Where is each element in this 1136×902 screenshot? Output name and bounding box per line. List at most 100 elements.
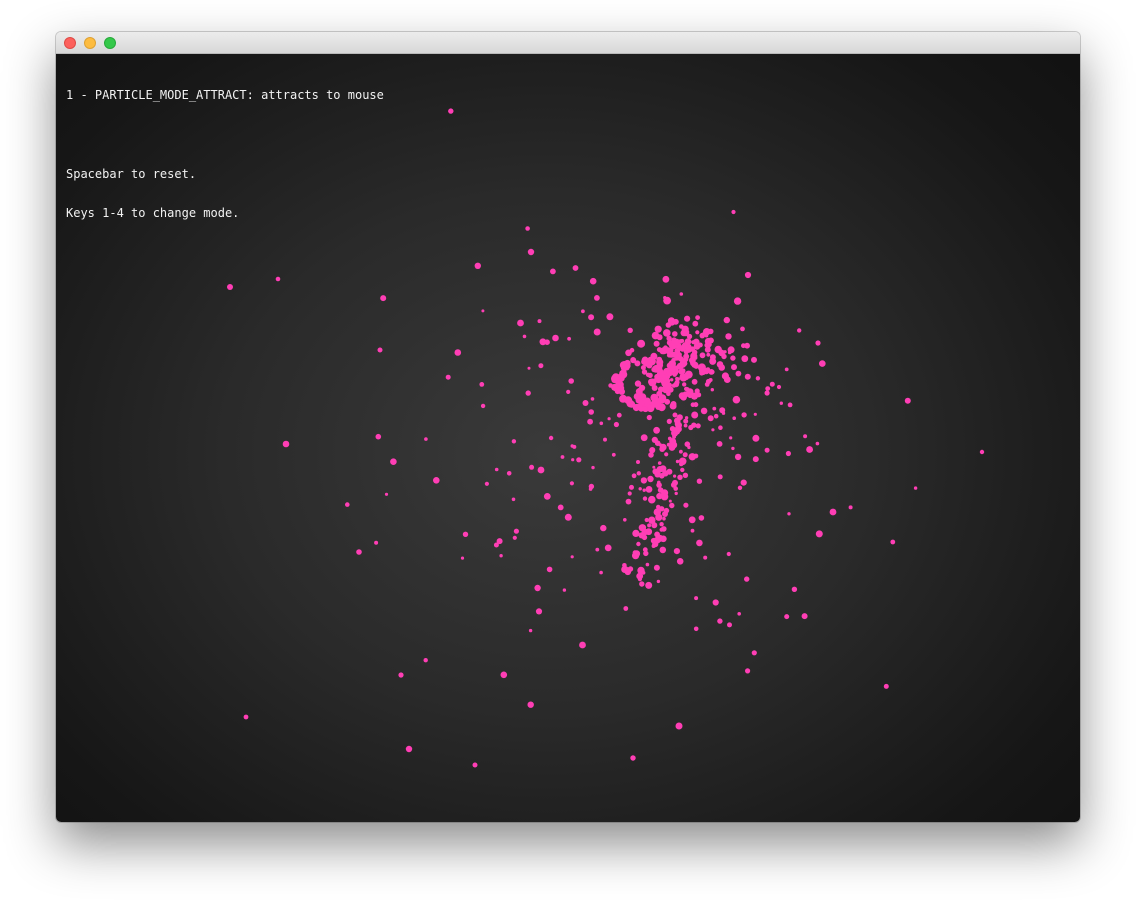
- close-window-button[interactable]: [64, 37, 76, 49]
- particle: [741, 355, 749, 363]
- particle: [655, 404, 662, 410]
- particle: [654, 471, 661, 478]
- particle: [712, 406, 717, 411]
- particle: [691, 378, 698, 385]
- particle: [615, 388, 622, 394]
- particle: [663, 329, 671, 337]
- particle: [588, 483, 595, 490]
- particle: [670, 360, 675, 365]
- particle: [681, 368, 686, 373]
- particle: [679, 449, 683, 454]
- particle: [628, 400, 636, 408]
- particle: [675, 353, 680, 357]
- particle: [718, 425, 723, 431]
- particle: [677, 474, 683, 480]
- particle: [655, 513, 663, 521]
- particle: [695, 315, 700, 320]
- particle: [625, 498, 632, 505]
- particle: [721, 372, 730, 380]
- particle: [538, 363, 544, 369]
- particle: [539, 338, 547, 346]
- particle: [829, 508, 837, 516]
- particle: [639, 581, 645, 587]
- particle: [405, 745, 413, 753]
- particle: [723, 350, 727, 354]
- particle: [711, 428, 715, 432]
- particle: [384, 492, 389, 496]
- particle: [282, 440, 290, 448]
- particle: [696, 539, 703, 547]
- particle: [345, 502, 350, 507]
- particle: [525, 390, 531, 396]
- particle: [380, 295, 387, 302]
- particle: [731, 364, 737, 371]
- particle: [576, 457, 582, 463]
- particle: [525, 226, 530, 231]
- particle: [648, 495, 656, 504]
- particle: [649, 447, 656, 453]
- particle: [630, 357, 637, 364]
- particle: [423, 658, 428, 663]
- particle: [683, 423, 688, 428]
- particle: [445, 374, 451, 380]
- particle: [769, 381, 775, 387]
- particle: [594, 295, 600, 301]
- particle: [675, 365, 680, 370]
- particle: [690, 528, 695, 533]
- particle: [675, 722, 683, 730]
- particle: [662, 275, 670, 283]
- particle: [374, 540, 379, 545]
- particle: [546, 566, 553, 573]
- particle: [637, 339, 646, 348]
- particle: [356, 549, 362, 555]
- particle: [499, 554, 503, 558]
- particle: [481, 309, 485, 313]
- particle: [744, 373, 751, 380]
- particle: [673, 548, 681, 555]
- particle: [579, 641, 586, 649]
- particle: [590, 397, 595, 401]
- particle: [506, 471, 512, 476]
- mode-keys-instruction: Keys 1-4 to change mode.: [66, 206, 240, 220]
- particle: [682, 452, 688, 458]
- particle: [787, 512, 791, 516]
- particle: [744, 271, 752, 279]
- particle: [617, 381, 624, 389]
- particle: [527, 248, 535, 256]
- particle: [682, 361, 688, 366]
- particle: [627, 491, 632, 496]
- particle: [731, 446, 735, 451]
- particle: [707, 337, 714, 344]
- particle: [227, 284, 233, 290]
- particle: [600, 524, 607, 532]
- maximize-window-button[interactable]: [104, 37, 116, 49]
- particle: [699, 352, 706, 359]
- title-bar[interactable]: [56, 32, 1080, 54]
- particle: [619, 370, 625, 376]
- particle: [569, 481, 575, 486]
- particle: [717, 348, 722, 352]
- particle: [567, 336, 571, 341]
- particle: [613, 421, 620, 428]
- particle: [646, 414, 652, 421]
- particle: [752, 456, 759, 463]
- particle-canvas[interactable]: 1 - PARTICLE_MODE_ATTRACT: attracts to m…: [56, 54, 1080, 822]
- particle: [779, 401, 783, 405]
- minimize-window-button[interactable]: [84, 37, 96, 49]
- particle: [688, 453, 696, 461]
- particle: [740, 479, 747, 486]
- particle: [500, 671, 508, 679]
- particle: [706, 367, 710, 372]
- particle: [640, 365, 646, 371]
- particle: [913, 486, 918, 490]
- particle: [801, 613, 808, 620]
- particle: [534, 584, 541, 592]
- particle: [642, 488, 646, 492]
- particle: [522, 334, 527, 339]
- particle: [619, 361, 628, 369]
- particle: [678, 392, 686, 400]
- particle: [664, 346, 668, 351]
- particle: [731, 209, 736, 215]
- particle: [474, 262, 481, 269]
- particle: [725, 333, 732, 340]
